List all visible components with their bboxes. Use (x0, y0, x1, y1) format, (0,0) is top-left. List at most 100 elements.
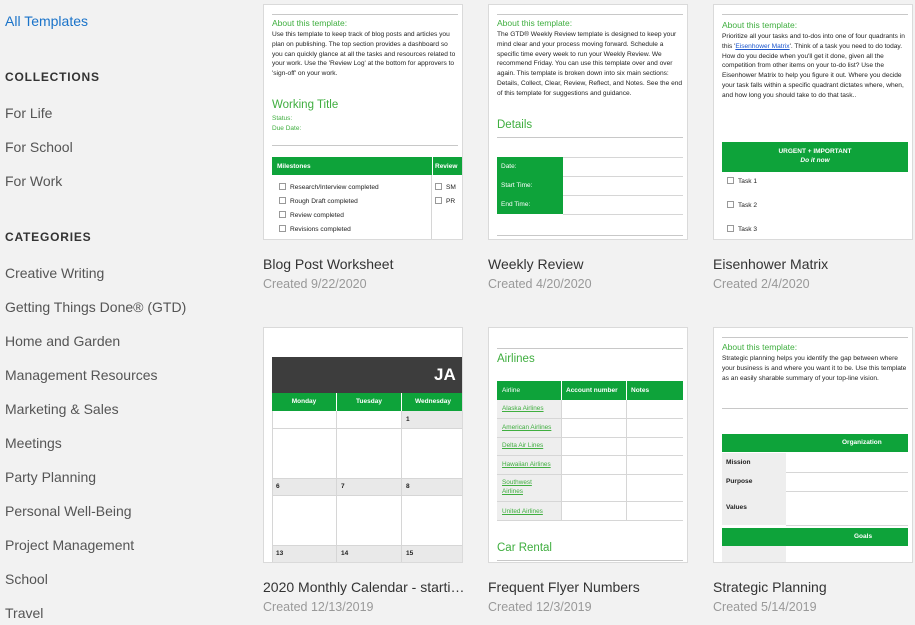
weekday-header: Tuesday (337, 393, 401, 411)
checkbox-icon[interactable] (279, 225, 286, 232)
about-text: Use this template to keep track of blog … (272, 31, 456, 78)
sidebar-item-for-work[interactable]: For Work (5, 173, 62, 189)
task-item: Task 2 (727, 201, 757, 209)
calendar-day[interactable]: 6 (276, 483, 280, 490)
about-heading: About this template: (722, 342, 798, 352)
checkbox-icon[interactable] (279, 197, 286, 204)
card-title[interactable]: Eisenhower Matrix (713, 256, 915, 272)
sidebar-item-party-planning[interactable]: Party Planning (5, 469, 96, 485)
card-title[interactable]: Blog Post Worksheet (263, 256, 468, 272)
card-title[interactable]: Frequent Flyer Numbers (488, 579, 693, 595)
working-title: Working Title (272, 99, 339, 111)
template-gallery: All Templates COLLECTIONS For Life For S… (0, 0, 915, 625)
review-item: SM (435, 183, 456, 191)
org-row-purpose: Purpose (722, 472, 786, 491)
sidebar-item-for-life[interactable]: For Life (5, 105, 52, 121)
task-item: Task 3 (727, 225, 757, 233)
milestone-item: Review completed (279, 211, 344, 219)
sidebar-item-project-management[interactable]: Project Management (5, 537, 134, 553)
due-date-label: Due Date: (272, 125, 302, 132)
about-text: The GTD® Weekly Review template is desig… (497, 31, 683, 97)
card-created-date: Created 9/22/2020 (263, 277, 367, 291)
sidebar-item-gtd[interactable]: Getting Things Done® (GTD) (5, 299, 186, 315)
card-created-date: Created 5/14/2019 (713, 600, 817, 614)
airline-link[interactable]: American Airlines (502, 424, 551, 433)
review-item: PR (435, 197, 455, 205)
categories-heading: CATEGORIES (5, 230, 92, 244)
sidebar-item-personal-well-being[interactable]: Personal Well-Being (5, 503, 132, 519)
card-created-date: Created 4/20/2020 (488, 277, 592, 291)
checkbox-icon[interactable] (435, 183, 442, 190)
org-row-values: Values (722, 491, 786, 525)
checkbox-icon[interactable] (279, 211, 286, 218)
card-title[interactable]: 2020 Monthly Calendar - starting Ja... (263, 579, 468, 595)
status-label: Status: (272, 115, 293, 122)
organization-header: Organization (722, 434, 908, 452)
car-rental-heading: Car Rental (497, 542, 552, 554)
checkbox-icon[interactable] (727, 225, 734, 232)
sidebar-item-travel[interactable]: Travel (5, 605, 43, 621)
airlines-heading: Airlines (497, 353, 535, 365)
calendar-day[interactable]: 1 (406, 416, 410, 423)
weekday-header: Wednesday (402, 393, 462, 411)
card-title[interactable]: Strategic Planning (713, 579, 915, 595)
details-heading: Details (497, 119, 533, 131)
checkbox-icon[interactable] (727, 177, 734, 184)
sidebar: All Templates COLLECTIONS For Life For S… (0, 0, 240, 625)
column-header: Airline (497, 381, 561, 400)
urgent-important-header: URGENT + IMPORTANT Do it now (722, 142, 908, 172)
card-title[interactable]: Weekly Review (488, 256, 693, 272)
airline-link[interactable]: Delta Air Lines (502, 442, 543, 451)
about-heading: About this template: (722, 20, 798, 30)
template-thumbnail[interactable]: About this template: Strategic planning … (713, 327, 913, 563)
sidebar-item-marketing-sales[interactable]: Marketing & Sales (5, 401, 119, 417)
column-header: Account number (562, 381, 626, 400)
about-heading: About this template: (497, 18, 573, 28)
task-item: Task 1 (727, 177, 757, 185)
sidebar-item-all-templates[interactable]: All Templates (5, 13, 88, 29)
sidebar-item-home-and-garden[interactable]: Home and Garden (5, 333, 120, 349)
about-text: Strategic planning helps you identify th… (722, 355, 907, 382)
detail-label-end-time: End Time: (497, 195, 563, 214)
checkbox-icon[interactable] (727, 201, 734, 208)
airline-link[interactable]: Southwest Airlines (502, 479, 552, 496)
template-thumbnail[interactable]: JA Monday Tuesday Wednesday 1 6 7 8 13 1… (263, 327, 463, 563)
sidebar-item-for-school[interactable]: For School (5, 139, 73, 155)
column-header: Notes (627, 381, 683, 400)
airline-link[interactable]: Hawaiian Airlines (502, 461, 551, 470)
calendar-day[interactable]: 14 (341, 550, 348, 557)
calendar-day[interactable]: 15 (406, 550, 413, 557)
checkbox-icon[interactable] (279, 183, 286, 190)
detail-label-date: Date: (497, 157, 563, 176)
review-header: Review (433, 157, 462, 175)
month-title: JA (434, 365, 456, 384)
airline-link[interactable]: Alaska Airlines (502, 405, 544, 414)
calendar-day[interactable]: 13 (276, 550, 283, 557)
weekday-header: Monday (272, 393, 336, 411)
checkbox-icon[interactable] (435, 197, 442, 204)
milestone-item: Revisions completed (279, 225, 351, 233)
template-thumbnail[interactable]: Airlines Airline Account number Notes Al… (488, 327, 688, 563)
milestone-item: Research/Interview completed (279, 183, 379, 191)
sidebar-item-creative-writing[interactable]: Creative Writing (5, 265, 104, 281)
eisenhower-matrix-link[interactable]: Eisenhower Matrix (735, 43, 789, 50)
airline-link[interactable]: United Airlines (502, 508, 543, 517)
about-text: Prioritize all your tasks and to-dos int… (722, 33, 905, 99)
calendar-month-banner: JA (272, 357, 462, 393)
sidebar-item-management-resources[interactable]: Management Resources (5, 367, 158, 383)
sidebar-item-school[interactable]: School (5, 571, 48, 587)
card-created-date: Created 2/4/2020 (713, 277, 810, 291)
milestones-header: Milestones (272, 157, 432, 175)
card-created-date: Created 12/3/2019 (488, 600, 592, 614)
goals-header: Goals (722, 528, 908, 546)
org-row-mission: Mission (722, 453, 786, 472)
milestone-item: Rough Draft completed (279, 197, 358, 205)
template-thumbnail[interactable]: About this template: Prioritize all your… (713, 4, 913, 240)
calendar-day[interactable]: 7 (341, 483, 345, 490)
calendar-day[interactable]: 8 (406, 483, 410, 490)
about-heading: About this template: (272, 18, 348, 28)
sidebar-item-meetings[interactable]: Meetings (5, 435, 62, 451)
template-thumbnail[interactable]: About this template: Use this template t… (263, 4, 463, 240)
detail-label-start-time: Start Time: (497, 176, 563, 195)
template-thumbnail[interactable]: About this template: The GTD® Weekly Rev… (488, 4, 688, 240)
